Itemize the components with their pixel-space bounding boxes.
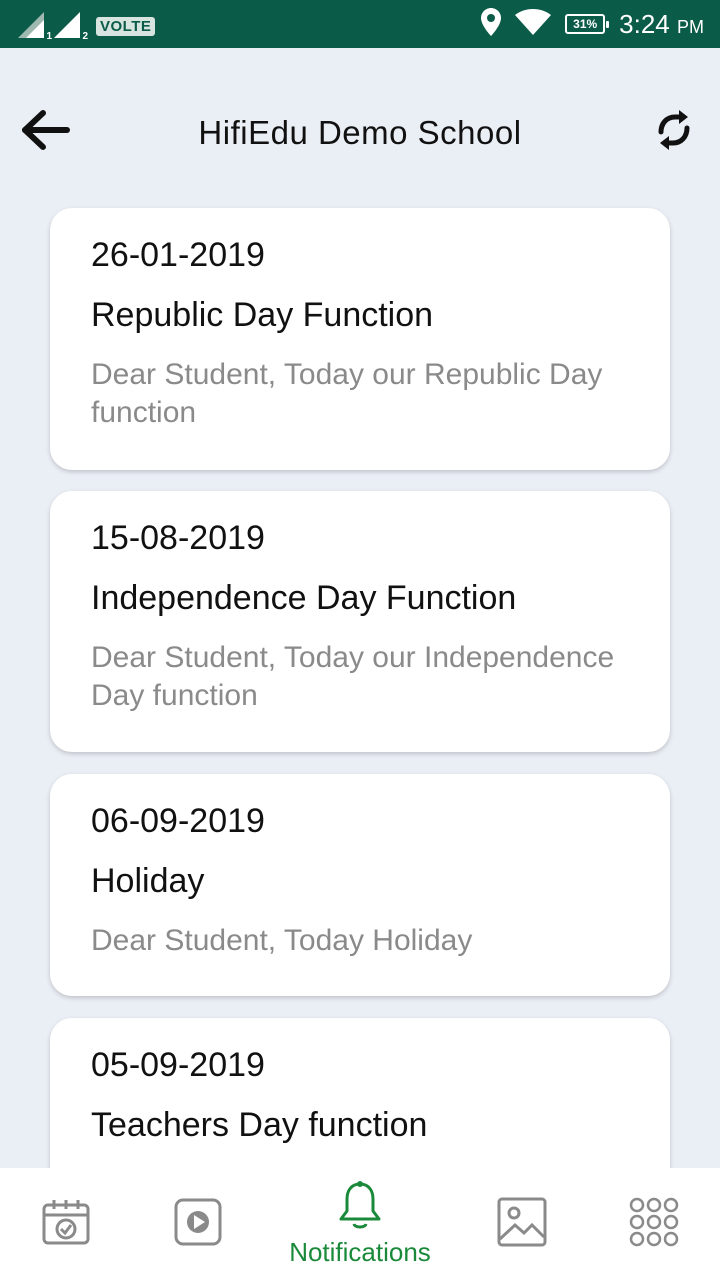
notification-title: Republic Day Function xyxy=(91,296,434,334)
notification-message: Dear Student, Today our Independence Day… xyxy=(91,641,615,712)
notification-title: Independence Day Function xyxy=(91,579,517,617)
notification-title: Teachers Day function xyxy=(91,1106,428,1144)
notification-card[interactable]: 26-01-2019 Republic Day Function Dear St… xyxy=(50,208,670,470)
notification-card[interactable]: 05-09-2019 Teachers Day function xyxy=(50,1018,670,1168)
notification-message: Dear Student, Today our Republic Day fun… xyxy=(91,358,603,429)
notification-card[interactable]: 15-08-2019 Independence Day Function Dea… xyxy=(50,491,670,752)
nav-notifications-label: Notifications xyxy=(289,1237,431,1267)
nav-videos[interactable] xyxy=(154,1168,242,1280)
bottom-navigation: Notifications xyxy=(0,1168,720,1280)
apps-grid-icon xyxy=(629,1197,679,1252)
nav-calendar[interactable] xyxy=(22,1168,110,1280)
video-icon xyxy=(174,1198,222,1251)
notification-card[interactable]: 06-09-2019 Holiday Dear Student, Today H… xyxy=(50,774,670,996)
notification-title: Holiday xyxy=(91,862,205,900)
notification-date: 06-09-2019 xyxy=(91,802,265,840)
notification-date: 15-08-2019 xyxy=(91,519,265,557)
notification-list[interactable]: 26-01-2019 Republic Day Function Dear St… xyxy=(0,0,720,1168)
calendar-icon xyxy=(42,1198,90,1251)
notification-message: Dear Student, Today Holiday xyxy=(91,924,473,957)
notification-date: 05-09-2019 xyxy=(91,1046,265,1084)
bell-icon xyxy=(338,1180,382,1235)
gallery-icon xyxy=(497,1197,547,1252)
nav-notifications[interactable]: Notifications xyxy=(270,1168,450,1280)
nav-gallery[interactable] xyxy=(478,1168,566,1280)
nav-more[interactable] xyxy=(610,1168,698,1280)
notification-date: 26-01-2019 xyxy=(91,236,265,274)
